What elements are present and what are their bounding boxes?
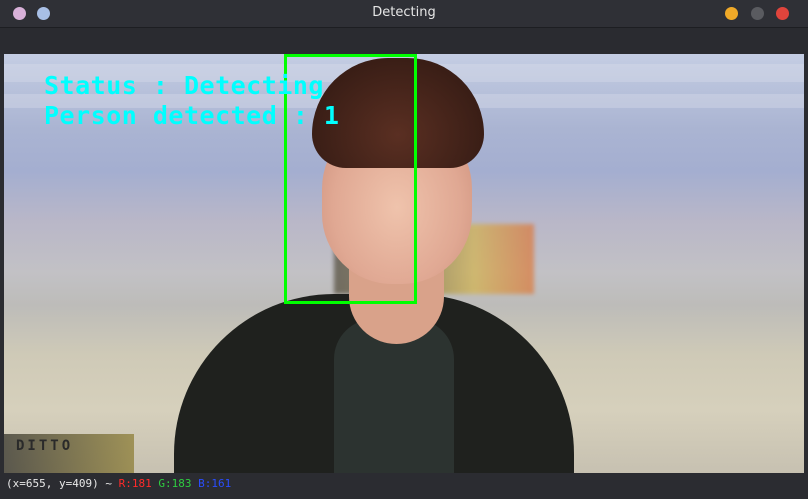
sign-text: DITTO [16, 438, 74, 454]
title-bar[interactable]: Detecting [0, 0, 808, 28]
status-text: Status : Detecting [44, 71, 324, 100]
toolbar [0, 28, 808, 54]
image-viewport[interactable]: DITTO Status : Detecting Person detected… [4, 54, 804, 473]
person-count-text: Person detected : 1 [44, 101, 340, 130]
close-button[interactable] [776, 7, 789, 20]
minimize-button[interactable] [725, 7, 738, 20]
status-bar: (x=655, y=409) ~ R:181 G:183 B:161 [0, 474, 808, 499]
window-title: Detecting [372, 5, 436, 20]
pixel-g-value: G:183 [158, 477, 192, 490]
cursor-coords: (x=655, y=409) ~ [6, 477, 119, 490]
maximize-button[interactable] [751, 7, 764, 20]
pixel-r-value: R:181 [118, 477, 152, 490]
pixel-b-value: B:161 [198, 477, 232, 490]
